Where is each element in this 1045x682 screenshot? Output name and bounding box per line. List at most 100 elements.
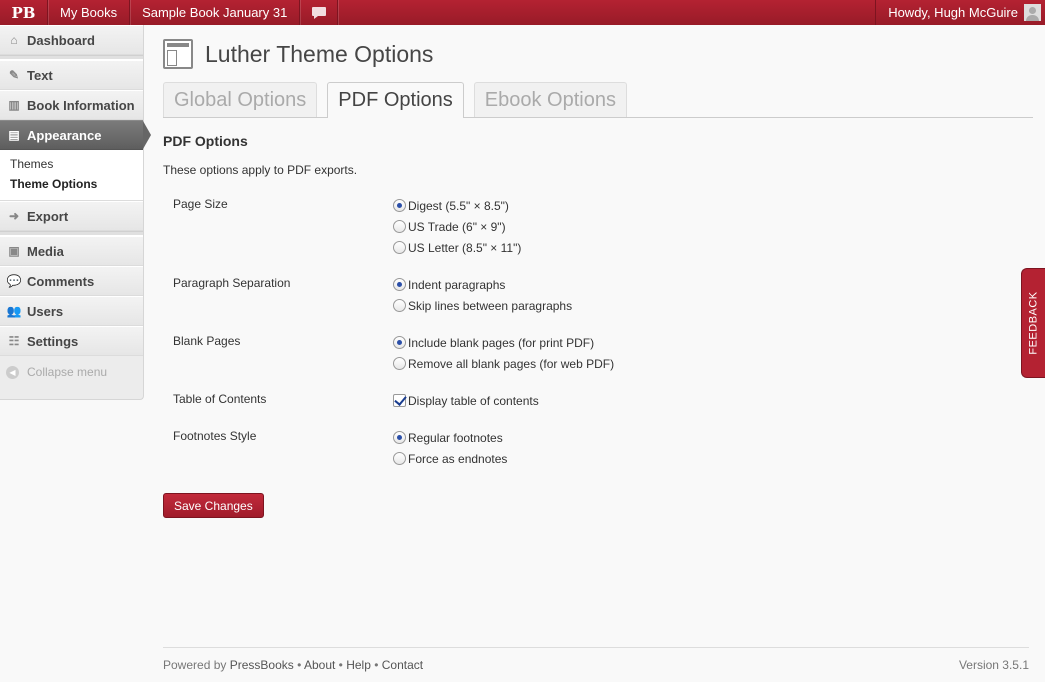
- page-title: Luther Theme Options: [205, 40, 434, 67]
- sidebar-item-label: Appearance: [27, 127, 102, 143]
- footer: Powered by PressBooks • About • Help • C…: [163, 647, 1029, 682]
- sidebar-item-label: Book Information: [27, 97, 135, 113]
- tab-pdf-options[interactable]: PDF Options: [327, 82, 464, 118]
- radio-button[interactable]: [393, 299, 406, 312]
- sidebar-item-settings[interactable]: ☷ Settings: [0, 326, 143, 356]
- toc-checkbox[interactable]: [393, 394, 406, 407]
- sidebar-item-book-information[interactable]: ▥ Book Information: [0, 90, 143, 120]
- book-icon: ▥: [8, 98, 20, 112]
- media-icon: ▣: [8, 244, 20, 258]
- sidebar-item-export[interactable]: ➜ Export: [0, 201, 143, 231]
- option-label: Include blank pages (for print PDF): [408, 335, 595, 350]
- radio-button[interactable]: [393, 199, 406, 212]
- submenu-item-theme-options[interactable]: Theme Options: [0, 174, 143, 194]
- feedback-label: FEEDBACK: [1027, 291, 1040, 355]
- page-size-option[interactable]: US Trade (6" × 9"): [393, 216, 521, 237]
- theme-options-icon: [163, 39, 193, 69]
- sidebar-item-label: Users: [27, 303, 64, 319]
- footer-link-contact[interactable]: Contact: [382, 658, 423, 672]
- admin-bar: PB My Books Sample Book January 31 Howdy…: [0, 0, 1045, 25]
- sidebar-item-appearance[interactable]: ▤ Appearance: [0, 120, 151, 150]
- version-text: Version 3.5.1: [958, 658, 1029, 672]
- toc-label: Table of Contents: [173, 392, 267, 406]
- submenu-item-themes[interactable]: Themes: [0, 154, 143, 174]
- radio-button[interactable]: [393, 452, 406, 465]
- footer-link-pressbooks[interactable]: PressBooks: [230, 658, 294, 672]
- paragraph-separation-options: Indent paragraphs Skip lines between par…: [393, 274, 572, 332]
- footer-link-help[interactable]: Help: [346, 658, 371, 672]
- option-label: Indent paragraphs: [408, 277, 506, 292]
- my-books-link[interactable]: My Books: [48, 0, 131, 25]
- footnotes-label: Footnotes Style: [173, 429, 257, 443]
- blank-pages-options: Include blank pages (for print PDF) Remo…: [393, 332, 614, 390]
- powered-by-text: Powered by: [163, 658, 227, 672]
- feedback-tab[interactable]: FEEDBACK: [1021, 268, 1045, 378]
- page-size-row: Page Size Digest (5.5" × 8.5") US Trade …: [163, 195, 1033, 274]
- user-account-menu[interactable]: Howdy, Hugh McGuire: [875, 0, 1045, 25]
- page-size-option[interactable]: Digest (5.5" × 8.5"): [393, 195, 521, 216]
- pdf-options-form: Page Size Digest (5.5" × 8.5") US Trade …: [163, 195, 1033, 471]
- sidebar-item-label: Settings: [27, 333, 79, 349]
- paragraph-separation-option[interactable]: Skip lines between paragraphs: [393, 295, 572, 316]
- collapse-menu-button[interactable]: ◀ Collapse menu: [0, 356, 143, 388]
- tab-global-options[interactable]: Global Options: [163, 82, 318, 117]
- footnotes-options: Regular footnotes Force as endnotes: [393, 427, 507, 471]
- sidebar-item-label: Media: [27, 243, 64, 259]
- radio-button[interactable]: [393, 336, 406, 349]
- sidebar-item-media[interactable]: ▣ Media: [0, 236, 143, 266]
- sidebar-item-label: Text: [27, 67, 53, 83]
- pressbooks-logo[interactable]: PB: [0, 0, 48, 25]
- toc-option[interactable]: Display table of contents: [393, 390, 539, 411]
- comments-icon[interactable]: [300, 0, 339, 25]
- tab-ebook-options[interactable]: Ebook Options: [473, 82, 627, 117]
- section-title: PDF Options: [163, 133, 248, 149]
- footer-link-about[interactable]: About: [304, 658, 335, 672]
- radio-button[interactable]: [393, 220, 406, 233]
- radio-button[interactable]: [393, 431, 406, 444]
- option-label: US Letter (8.5" × 11"): [408, 240, 522, 255]
- option-label: Display table of contents: [408, 393, 539, 408]
- sidebar-item-label: Comments: [27, 273, 95, 289]
- sidebar-item-text[interactable]: ✎ Text: [0, 60, 143, 90]
- footer-links: Powered by PressBooks • About • Help • C…: [163, 658, 424, 672]
- radio-button[interactable]: [393, 278, 406, 291]
- title-row: Luther Theme Options: [163, 25, 1033, 83]
- paragraph-separation-row: Paragraph Separation Indent paragraphs S…: [163, 274, 1033, 332]
- footnotes-option[interactable]: Force as endnotes: [393, 448, 507, 469]
- page-size-option[interactable]: US Letter (8.5" × 11"): [393, 237, 521, 258]
- toc-row: Table of Contents Display table of conte…: [163, 390, 1033, 427]
- option-label: Force as endnotes: [408, 451, 508, 466]
- paragraph-separation-option[interactable]: Indent paragraphs: [393, 274, 572, 295]
- export-icon: ➜: [8, 209, 20, 223]
- sidebar-item-comments[interactable]: 💬 Comments: [0, 266, 143, 296]
- users-icon: 👥: [6, 304, 22, 318]
- save-changes-button[interactable]: Save Changes: [163, 493, 264, 518]
- footnotes-row: Footnotes Style Regular footnotes Force …: [163, 427, 1033, 471]
- radio-button[interactable]: [393, 241, 406, 254]
- option-label: Regular footnotes: [408, 430, 503, 445]
- toc-options: Display table of contents: [393, 390, 539, 427]
- collapse-label: Collapse menu: [27, 365, 108, 379]
- section-description: These options apply to PDF exports.: [163, 163, 358, 177]
- avatar: [1024, 4, 1041, 21]
- paragraph-separation-label: Paragraph Separation: [173, 276, 291, 290]
- appearance-icon: ▤: [8, 128, 20, 142]
- appearance-submenu: Themes Theme Options: [0, 150, 143, 201]
- book-title-link[interactable]: Sample Book January 31: [130, 0, 301, 25]
- blank-pages-row: Blank Pages Include blank pages (for pri…: [163, 332, 1033, 390]
- option-label: US Trade (6" × 9"): [408, 219, 506, 234]
- home-icon: ⌂: [10, 33, 18, 47]
- option-label: Digest (5.5" × 8.5"): [408, 198, 509, 213]
- option-label: Remove all blank pages (for web PDF): [408, 356, 615, 371]
- radio-button[interactable]: [393, 357, 406, 370]
- blank-pages-option[interactable]: Remove all blank pages (for web PDF): [393, 353, 614, 374]
- comment-bubble-icon: 💬: [6, 274, 22, 288]
- options-tabs: Global Options PDF Options Ebook Options: [163, 82, 1033, 118]
- blank-pages-option[interactable]: Include blank pages (for print PDF): [393, 332, 614, 353]
- footnotes-option[interactable]: Regular footnotes: [393, 427, 507, 448]
- page-size-options: Digest (5.5" × 8.5") US Trade (6" × 9") …: [393, 195, 521, 274]
- main-content: Luther Theme Options Global Options PDF …: [163, 25, 1033, 518]
- page-size-label: Page Size: [173, 197, 228, 211]
- sidebar-item-users[interactable]: 👥 Users: [0, 296, 143, 326]
- sidebar-item-dashboard[interactable]: ⌂ Dashboard: [0, 25, 143, 55]
